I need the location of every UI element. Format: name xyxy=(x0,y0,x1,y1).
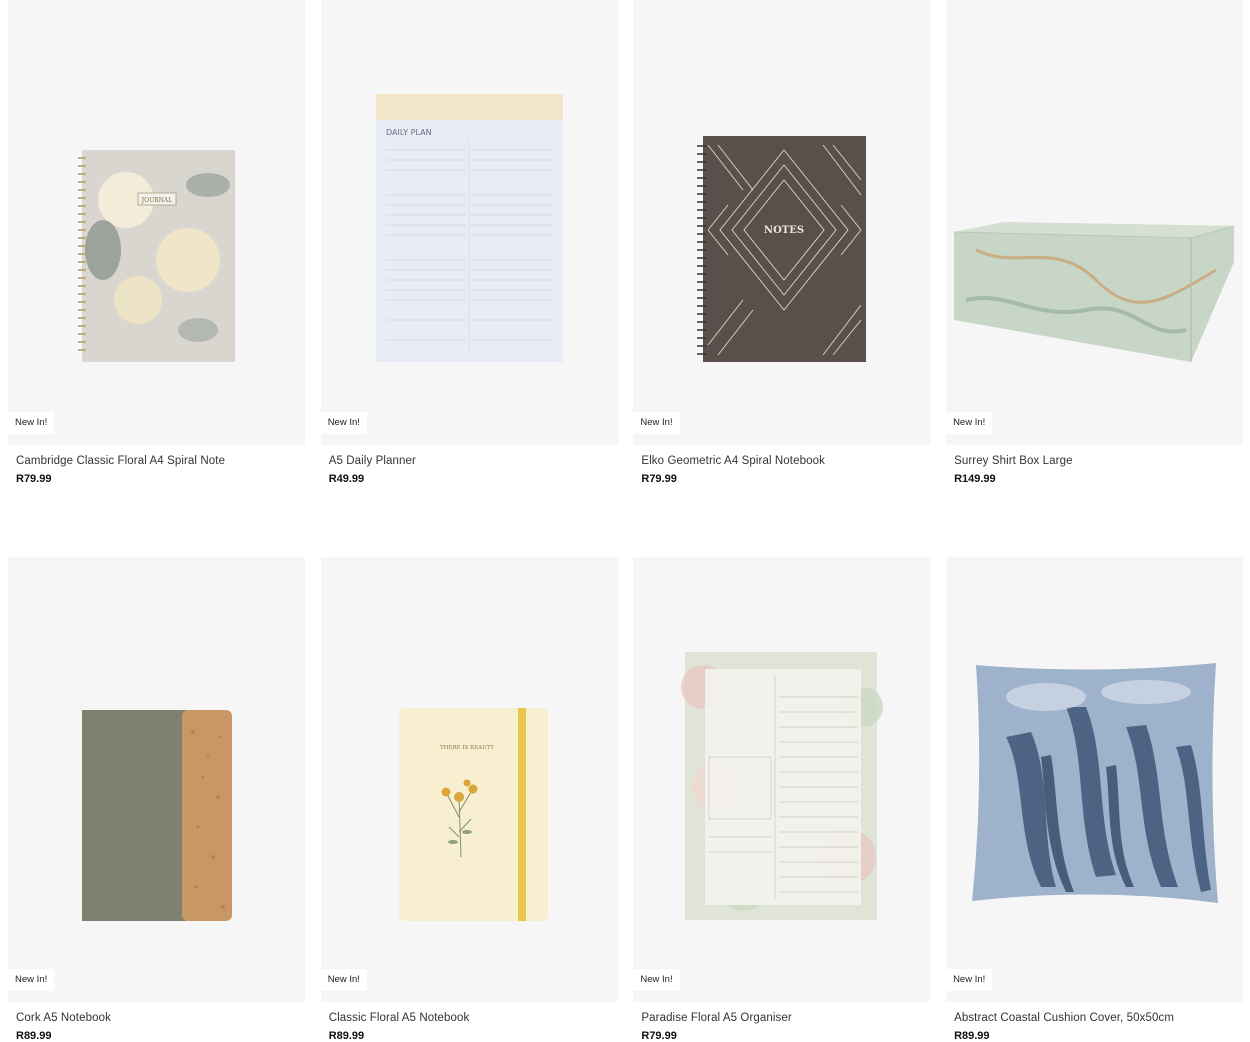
product-name[interactable]: Elko Geometric A4 Spiral Notebook xyxy=(641,455,930,467)
new-in-badge: New In! xyxy=(8,412,55,434)
cover-text: THERE IS BEAUTY xyxy=(440,745,494,751)
product-image[interactable]: New In! xyxy=(633,557,931,1002)
daily-planner-image: DAILY PLAN xyxy=(375,94,563,362)
product-price: R79.99 xyxy=(16,473,52,485)
product-grid: JOURNAL New In! Cambridge Classic Floral… xyxy=(8,0,1244,1042)
planner-title: DAILY PLAN xyxy=(386,128,432,137)
product-price: R49.99 xyxy=(328,473,365,485)
product-image[interactable]: New In! xyxy=(946,557,1244,1002)
new-in-badge: New In! xyxy=(320,969,367,991)
new-in-badge: New In! xyxy=(633,969,680,991)
floral-a5-notebook-image: THERE IS BEAUTY xyxy=(398,708,548,921)
new-in-badge: New In! xyxy=(946,412,993,434)
product-card[interactable]: New In! Paradise Floral A5 Organiser R79… xyxy=(633,557,931,1042)
product-card[interactable]: THERE IS BEAUTY New In! Classic Floral A… xyxy=(320,557,618,1042)
geometric-spiral-notebook-image: NOTES xyxy=(697,136,867,362)
product-name[interactable]: Abstract Coastal Cushion Cover, 50x50cm xyxy=(954,1012,1243,1024)
product-price: R79.99 xyxy=(641,1030,677,1042)
product-image[interactable]: THERE IS BEAUTY New In! xyxy=(320,557,618,1002)
notes-label: NOTES xyxy=(764,225,804,236)
product-card[interactable]: JOURNAL New In! Cambridge Classic Floral… xyxy=(8,0,305,485)
marble-shirt-box-image xyxy=(954,222,1235,362)
product-card[interactable]: New In! Cork A5 Notebook R89.99 xyxy=(8,557,305,1042)
new-in-badge: New In! xyxy=(320,412,367,434)
product-card[interactable]: DAILY PLAN New In! A5 Daily Planner R49.… xyxy=(320,0,618,485)
product-price: R89.99 xyxy=(954,1030,990,1042)
cork-notebook-image xyxy=(82,710,232,921)
product-name[interactable]: Cambridge Classic Floral A4 Spiral Note xyxy=(16,455,305,467)
product-image[interactable]: DAILY PLAN New In! xyxy=(320,0,618,445)
new-in-badge: New In! xyxy=(633,412,680,434)
product-image[interactable]: New In! xyxy=(946,0,1244,445)
product-image[interactable]: New In! xyxy=(8,557,305,1002)
product-name[interactable]: Paradise Floral A5 Organiser xyxy=(641,1012,930,1024)
product-image[interactable]: JOURNAL New In! xyxy=(8,0,305,445)
product-price: R149.99 xyxy=(954,473,996,485)
journal-label: JOURNAL xyxy=(141,197,172,204)
product-card[interactable]: New In! Surrey Shirt Box Large R149.99 xyxy=(946,0,1244,485)
new-in-badge: New In! xyxy=(946,969,993,991)
product-name[interactable]: Surrey Shirt Box Large xyxy=(954,455,1243,467)
floral-spiral-notebook-image: JOURNAL xyxy=(78,150,235,362)
product-card[interactable]: New In! Abstract Coastal Cushion Cover, … xyxy=(946,557,1244,1042)
floral-organiser-image xyxy=(681,652,884,920)
product-price: R89.99 xyxy=(16,1030,52,1042)
product-image[interactable]: NOTES New In! xyxy=(633,0,931,445)
product-name[interactable]: A5 Daily Planner xyxy=(329,455,618,467)
product-price: R79.99 xyxy=(641,473,677,485)
abstract-cushion-image xyxy=(972,663,1219,903)
product-card[interactable]: NOTES New In! Elko Geometric A4 Spiral N… xyxy=(633,0,931,485)
new-in-badge: New In! xyxy=(8,969,55,991)
product-name[interactable]: Cork A5 Notebook xyxy=(16,1012,305,1024)
product-name[interactable]: Classic Floral A5 Notebook xyxy=(329,1012,618,1024)
product-price: R89.99 xyxy=(328,1030,365,1042)
